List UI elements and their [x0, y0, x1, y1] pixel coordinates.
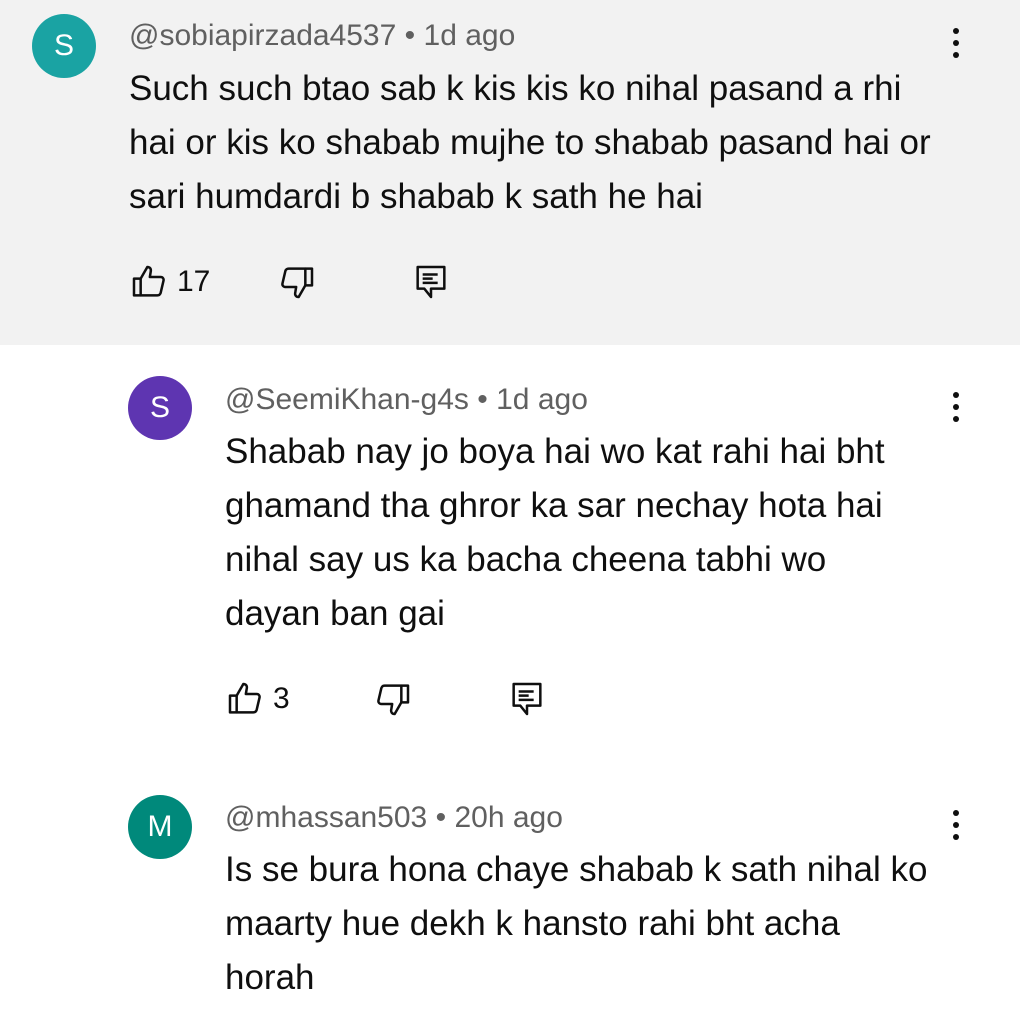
more-options-button[interactable]	[950, 810, 962, 850]
author-handle[interactable]: @SeemiKhan-g4s	[225, 383, 469, 416]
timestamp[interactable]: 1d ago	[496, 383, 588, 416]
meta-separator: •	[435, 801, 447, 834]
thumbs-down-icon	[281, 267, 314, 299]
like-count: 3	[273, 682, 290, 715]
avatar[interactable]: M	[128, 795, 192, 859]
more-vertical-icon	[953, 810, 959, 816]
dislike-button[interactable]	[373, 679, 413, 719]
reply-button[interactable]	[411, 262, 451, 302]
like-button[interactable]: 17	[129, 262, 210, 302]
author-handle[interactable]: @mhassan503	[225, 801, 427, 834]
like-button[interactable]: 3	[225, 679, 290, 719]
avatar[interactable]: S	[32, 14, 96, 78]
comment-text: Such such btao sab k kis kis ko nihal pa…	[129, 69, 931, 216]
more-vertical-icon	[953, 392, 959, 398]
meta-separator: •	[404, 19, 416, 52]
meta-separator: •	[477, 383, 488, 416]
timestamp[interactable]: 20h ago	[454, 801, 562, 834]
avatar[interactable]: S	[128, 376, 192, 440]
reply-comment-icon	[512, 682, 542, 716]
author-handle[interactable]: @sobiapirzada4537	[129, 19, 396, 52]
comment-meta: @mhassan503 • 20h ago	[225, 800, 563, 836]
comment-text: Is se bura hona chaye shabab k sath niha…	[225, 850, 928, 997]
reply-button[interactable]	[507, 679, 547, 719]
more-options-button[interactable]	[950, 28, 962, 68]
reply-seemikhan: S @SeemiKhan-g4s • 1d ago Shabab nay jo …	[0, 345, 1020, 765]
thumbs-up-icon	[132, 265, 165, 297]
reply-comment-icon	[416, 265, 446, 299]
like-count: 17	[177, 265, 211, 298]
thumbs-up-icon	[228, 682, 261, 714]
more-options-button[interactable]	[950, 392, 962, 432]
comment-meta: @SeemiKhan-g4s • 1d ago	[225, 382, 588, 418]
timestamp[interactable]: 1d ago	[424, 19, 516, 52]
comment-text: Shabab nay jo boya hai wo kat rahi hai b…	[225, 432, 885, 633]
comment-sobiapirzada: S @sobiapirzada4537 • 1d ago Such such b…	[0, 0, 1020, 345]
thumbs-down-icon	[377, 684, 410, 716]
dislike-button[interactable]	[277, 262, 317, 302]
reply-mhassan: M @mhassan503 • 20h ago Is se bura hona …	[0, 765, 1020, 1024]
more-vertical-icon	[953, 28, 959, 34]
comment-meta: @sobiapirzada4537 • 1d ago	[129, 18, 515, 54]
